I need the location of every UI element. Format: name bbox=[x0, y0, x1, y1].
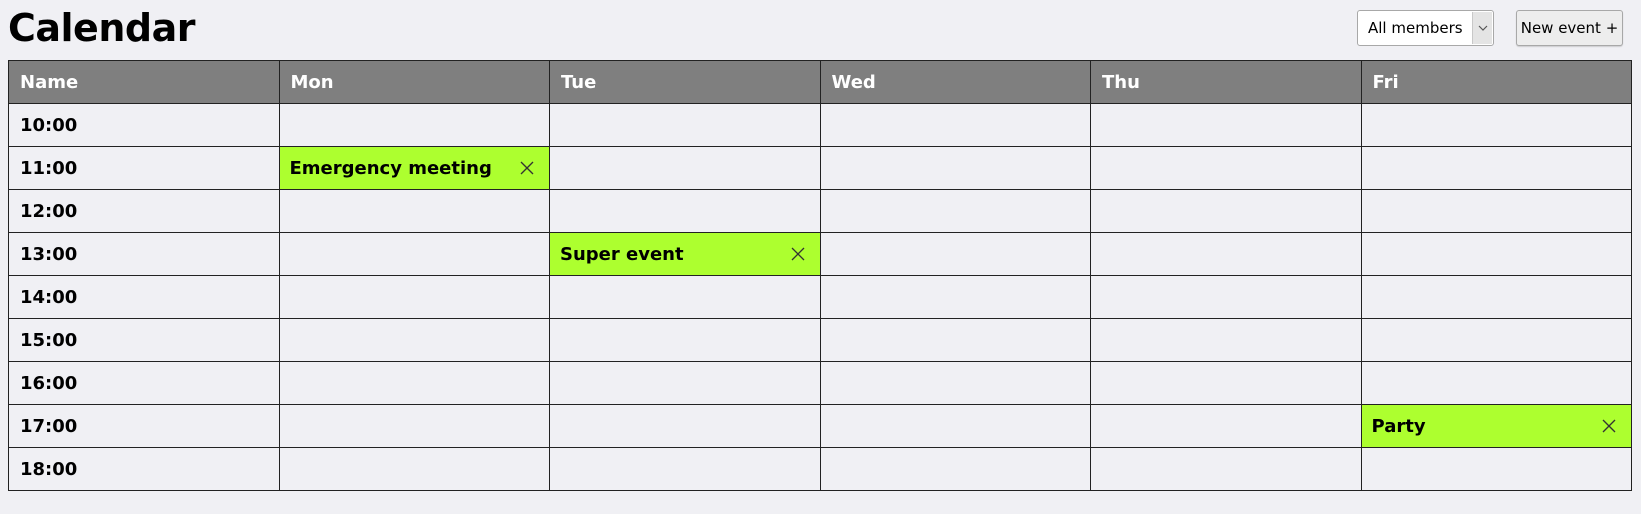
time-row: 11:00 Emergency meeting bbox=[8, 146, 1632, 190]
chevron-down-icon bbox=[1478, 25, 1487, 31]
time-label: 12:00 bbox=[8, 189, 280, 233]
time-label: 14:00 bbox=[8, 275, 280, 319]
time-row: 17:00 Party bbox=[8, 404, 1632, 448]
time-label: 18:00 bbox=[8, 447, 280, 491]
close-icon[interactable] bbox=[790, 246, 806, 262]
calendar-slot[interactable] bbox=[819, 318, 1091, 362]
event-title: Party bbox=[1371, 415, 1426, 437]
column-header-name: Name bbox=[8, 60, 280, 104]
calendar-slot[interactable] bbox=[1090, 232, 1362, 276]
calendar-slot[interactable] bbox=[819, 103, 1091, 147]
time-row: 10:00 bbox=[8, 103, 1632, 147]
calendar-slot[interactable] bbox=[278, 361, 550, 405]
calendar-slot[interactable] bbox=[278, 275, 550, 319]
member-filter-select[interactable]: All members bbox=[1357, 10, 1494, 46]
calendar-slot[interactable] bbox=[1360, 189, 1632, 233]
calendar-slot[interactable] bbox=[1360, 146, 1632, 190]
calendar-slot[interactable] bbox=[1090, 189, 1362, 233]
calendar-slot[interactable] bbox=[549, 146, 821, 190]
calendar-slot[interactable] bbox=[278, 447, 550, 491]
column-header-mon: Mon bbox=[278, 60, 550, 104]
calendar-slot[interactable] bbox=[278, 189, 550, 233]
calendar-slot[interactable] bbox=[1090, 318, 1362, 362]
calendar-slot[interactable] bbox=[819, 447, 1091, 491]
event-block[interactable]: Party bbox=[1361, 405, 1631, 447]
calendar-slot[interactable] bbox=[819, 232, 1091, 276]
calendar-slot[interactable] bbox=[819, 275, 1091, 319]
calendar-slot[interactable] bbox=[819, 361, 1091, 405]
calendar-slot[interactable] bbox=[1360, 275, 1632, 319]
column-header-fri: Fri bbox=[1360, 60, 1632, 104]
calendar-slot[interactable] bbox=[1090, 275, 1362, 319]
close-icon[interactable] bbox=[1601, 418, 1617, 434]
time-label: 13:00 bbox=[8, 232, 280, 276]
calendar-slot[interactable] bbox=[1360, 318, 1632, 362]
calendar-slot[interactable] bbox=[819, 146, 1091, 190]
calendar-slot[interactable] bbox=[549, 318, 821, 362]
calendar-slot[interactable] bbox=[549, 404, 821, 448]
calendar-slot[interactable] bbox=[1360, 103, 1632, 147]
calendar-slot[interactable] bbox=[549, 103, 821, 147]
time-label: 10:00 bbox=[8, 103, 280, 147]
calendar-slot[interactable] bbox=[1090, 447, 1362, 491]
time-label: 15:00 bbox=[8, 318, 280, 362]
time-row: 14:00 bbox=[8, 275, 1632, 319]
calendar-slot[interactable] bbox=[1090, 103, 1362, 147]
calendar-slot[interactable] bbox=[278, 318, 550, 362]
calendar-slot[interactable] bbox=[549, 361, 821, 405]
event-block[interactable]: Super event bbox=[550, 233, 820, 275]
time-row: 13:00 Super event bbox=[8, 232, 1632, 276]
calendar-slot[interactable] bbox=[819, 189, 1091, 233]
column-header-wed: Wed bbox=[819, 60, 1091, 104]
calendar-slot[interactable]: Party bbox=[1360, 404, 1632, 448]
time-row: 15:00 bbox=[8, 318, 1632, 362]
calendar-slot[interactable] bbox=[1360, 232, 1632, 276]
time-label: 16:00 bbox=[8, 361, 280, 405]
calendar-slot[interactable] bbox=[1090, 146, 1362, 190]
calendar-slot[interactable] bbox=[549, 189, 821, 233]
calendar-slot[interactable] bbox=[1090, 404, 1362, 448]
time-row: 16:00 bbox=[8, 361, 1632, 405]
member-filter-value: All members bbox=[1368, 19, 1463, 37]
calendar-slot[interactable] bbox=[819, 404, 1091, 448]
calendar-slot[interactable] bbox=[278, 232, 550, 276]
calendar-slot[interactable] bbox=[1360, 447, 1632, 491]
column-header-thu: Thu bbox=[1090, 60, 1362, 104]
close-icon[interactable] bbox=[519, 160, 535, 176]
time-row: 12:00 bbox=[8, 189, 1632, 233]
column-header-tue: Tue bbox=[549, 60, 821, 104]
event-title: Super event bbox=[560, 243, 684, 265]
calendar-slot[interactable] bbox=[1360, 361, 1632, 405]
calendar-header-row: Name Mon Tue Wed Thu Fri bbox=[8, 60, 1632, 104]
time-label: 11:00 bbox=[8, 146, 280, 190]
calendar-slot[interactable] bbox=[278, 404, 550, 448]
dropdown-arrow[interactable] bbox=[1472, 12, 1492, 44]
time-label: 17:00 bbox=[8, 404, 280, 448]
event-block[interactable]: Emergency meeting bbox=[279, 147, 549, 189]
time-row: 18:00 bbox=[8, 447, 1632, 491]
calendar-header: Calendar All members New event + bbox=[0, 0, 1641, 58]
new-event-button[interactable]: New event + bbox=[1516, 10, 1623, 46]
calendar-slot[interactable] bbox=[1090, 361, 1362, 405]
calendar-body: 10:00 11:00 Emergency meeting 12:00 13:00 Sup… bbox=[8, 103, 1632, 491]
calendar-table: Name Mon Tue Wed Thu Fri 10:00 11:00 Emergency … bbox=[8, 60, 1632, 491]
calendar-slot[interactable] bbox=[549, 275, 821, 319]
page-title: Calendar bbox=[8, 6, 195, 50]
event-title: Emergency meeting bbox=[289, 157, 492, 179]
calendar-slot[interactable]: Emergency meeting bbox=[278, 146, 550, 190]
calendar-slot[interactable] bbox=[549, 447, 821, 491]
calendar-slot[interactable] bbox=[278, 103, 550, 147]
calendar-slot[interactable]: Super event bbox=[549, 232, 821, 276]
